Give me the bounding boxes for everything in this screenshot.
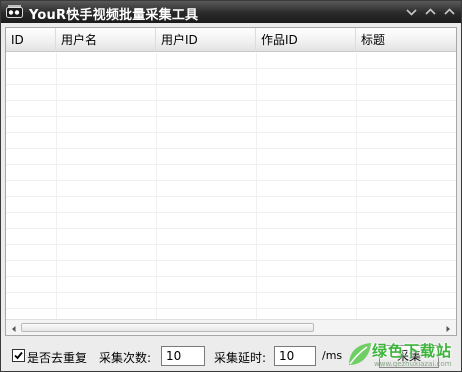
table-row[interactable] bbox=[6, 277, 456, 293]
table-row[interactable] bbox=[6, 213, 456, 229]
close-icon[interactable] bbox=[443, 6, 456, 18]
site-watermark: 绿色下载站 www.gezhuxiazai.com bbox=[344, 339, 462, 372]
collect-count-label: 采集次数: bbox=[99, 351, 152, 365]
dedupe-checkbox[interactable] bbox=[12, 349, 25, 362]
collect-delay-label: 采集延时: bbox=[214, 351, 267, 365]
table-row[interactable] bbox=[6, 261, 456, 277]
column-divider bbox=[156, 53, 157, 319]
column-divider bbox=[56, 53, 57, 319]
table-row[interactable] bbox=[6, 181, 456, 197]
table-row[interactable] bbox=[6, 197, 456, 213]
watermark-text: 绿色下载站 bbox=[372, 342, 453, 360]
minimize-icon[interactable] bbox=[405, 6, 418, 18]
results-table[interactable]: ID 用户名 用户ID 作品ID 标题 bbox=[5, 27, 457, 336]
table-row[interactable] bbox=[6, 69, 456, 85]
scroll-left-icon[interactable] bbox=[9, 323, 19, 333]
leaf-logo-icon bbox=[349, 343, 371, 365]
table-row[interactable] bbox=[6, 85, 456, 101]
table-row[interactable] bbox=[6, 117, 456, 133]
table-row[interactable] bbox=[6, 101, 456, 117]
window-title: YouR快手视频批量采集工具 bbox=[29, 8, 199, 23]
table-row[interactable] bbox=[6, 53, 456, 69]
table-row[interactable] bbox=[6, 229, 456, 245]
collect-delay-input[interactable] bbox=[274, 346, 316, 366]
collect-count-input[interactable] bbox=[161, 346, 205, 366]
column-divider bbox=[356, 53, 357, 319]
column-divider bbox=[256, 53, 257, 319]
app-window: YouR快手视频批量采集工具 ID 用户名 用户ID 作品ID 标题 是否去重复… bbox=[0, 0, 462, 372]
table-row[interactable] bbox=[6, 149, 456, 165]
table-header: ID 用户名 用户ID 作品ID 标题 bbox=[6, 28, 456, 52]
table-body[interactable] bbox=[6, 53, 456, 325]
watermark-url: www.gezhuxiazai.com bbox=[374, 360, 452, 368]
maximize-icon[interactable] bbox=[424, 6, 437, 18]
title-bar[interactable]: YouR快手视频批量采集工具 bbox=[1, 1, 461, 23]
column-header-user-id[interactable]: 用户ID bbox=[156, 28, 256, 52]
app-logo-icon bbox=[6, 5, 24, 18]
horizontal-scrollbar[interactable] bbox=[6, 319, 456, 335]
column-header-username[interactable]: 用户名 bbox=[56, 28, 156, 52]
table-row[interactable] bbox=[6, 133, 456, 149]
column-header-id[interactable]: ID bbox=[6, 28, 56, 52]
table-row[interactable] bbox=[6, 165, 456, 181]
scroll-right-icon[interactable] bbox=[443, 323, 453, 333]
scrollbar-thumb[interactable] bbox=[21, 323, 314, 332]
table-row[interactable] bbox=[6, 293, 456, 309]
delay-unit-label: /ms bbox=[322, 349, 343, 362]
column-header-work-id[interactable]: 作品ID bbox=[256, 28, 356, 52]
dedupe-label[interactable]: 是否去重复 bbox=[27, 349, 87, 366]
column-header-title[interactable]: 标题 bbox=[356, 28, 456, 52]
table-row[interactable] bbox=[6, 245, 456, 261]
